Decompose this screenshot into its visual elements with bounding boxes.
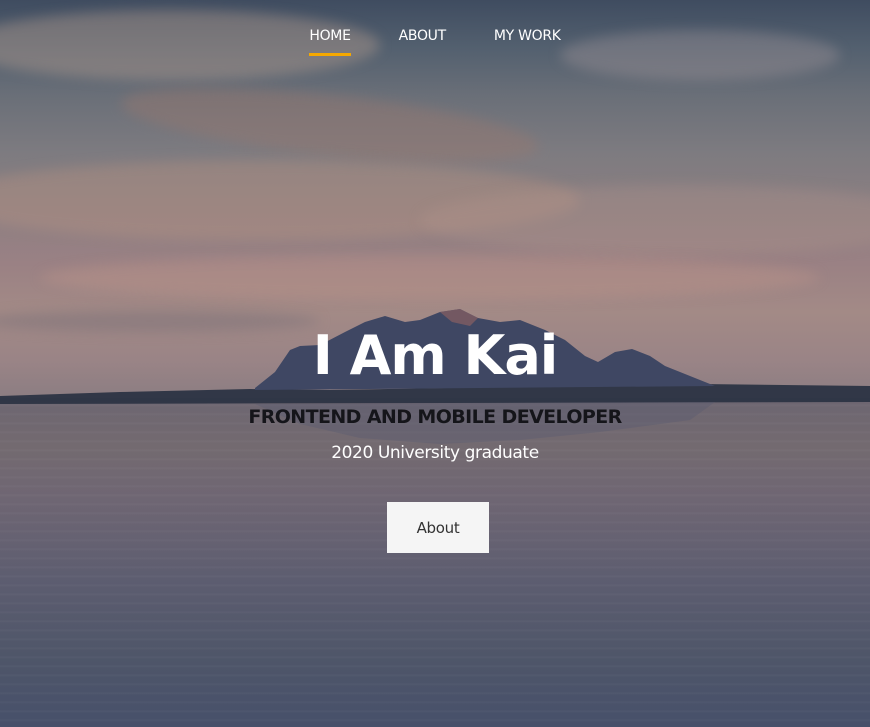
nav-about-link[interactable]: ABOUT xyxy=(398,28,447,56)
nav-my-work-label: MY WORK xyxy=(493,28,561,44)
main-nav: HOME ABOUT MY WORK xyxy=(0,28,870,56)
nav-my-work-link[interactable]: MY WORK xyxy=(494,28,561,56)
active-nav-underline xyxy=(309,53,351,56)
nav-about-label: ABOUT xyxy=(398,28,447,44)
hero-tagline: 2020 University graduate xyxy=(331,443,539,463)
about-button-label: About xyxy=(416,518,460,537)
about-button[interactable]: About xyxy=(387,502,489,553)
hero-subtitle: FRONTEND AND MOBILE DEVELOPER xyxy=(248,406,622,428)
nav-home-link[interactable]: HOME xyxy=(309,28,351,56)
nav-home-label: HOME xyxy=(309,28,351,44)
hero-title: I Am Kai xyxy=(312,324,559,387)
